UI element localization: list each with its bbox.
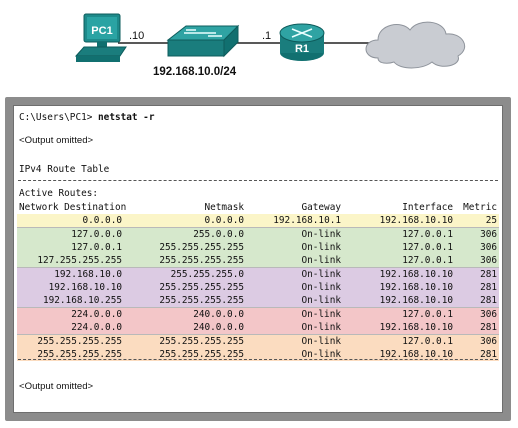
route-row: 192.168.10.10 255.255.255.255 On-link 192.1… <box>17 281 499 294</box>
route-destination: 192.168.10.255 <box>42 295 122 306</box>
pc-icon <box>74 13 127 62</box>
topology-diagram: PC1 R1 <box>74 13 466 69</box>
route-netmask: 255.255.255.255 <box>159 282 244 293</box>
route-row: 192.168.10.0 255.255.255.0 On-link 192.168.… <box>17 267 499 281</box>
route-row: 127.255.255.255 255.255.255.255 On-link 127… <box>17 254 499 267</box>
route-metric: 281 <box>480 282 497 293</box>
route-gateway: On-link <box>301 229 341 240</box>
route-destination: 127.0.0.1 <box>71 242 122 253</box>
active-routes-label: Active Routes: <box>19 188 99 199</box>
route-netmask: 255.255.255.0 <box>170 269 244 280</box>
header-interface: Interface <box>402 202 453 213</box>
cloud-icon <box>365 21 466 69</box>
router-host-address: .1 <box>262 30 272 42</box>
route-interface: 127.0.0.1 <box>402 255 453 266</box>
route-destination: 224.0.0.0 <box>71 322 122 333</box>
route-destination: 224.0.0.0 <box>71 309 122 320</box>
route-metric: 306 <box>480 242 497 253</box>
route-gateway: On-link <box>301 282 341 293</box>
header-gateway: Gateway <box>301 202 341 213</box>
divider <box>18 180 498 181</box>
route-metric: 281 <box>480 295 497 306</box>
route-netmask: 255.255.255.255 <box>159 255 244 266</box>
route-netmask: 255.0.0.0 <box>193 229 244 240</box>
route-interface: 127.0.0.1 <box>402 229 453 240</box>
route-gateway: On-link <box>301 242 341 253</box>
route-netmask: 0.0.0.0 <box>204 215 244 226</box>
route-row: 127.0.0.0 255.0.0.0 On-link 127.0.0.1 306 <box>17 227 499 241</box>
prompt: C:\Users\PC1> <box>19 112 93 123</box>
route-gateway: 192.168.10.1 <box>273 215 341 226</box>
route-interface: 192.168.10.10 <box>379 322 453 333</box>
header-netmask: Netmask <box>204 202 244 213</box>
header-destination: Network Destination <box>19 202 127 213</box>
route-interface: 192.168.10.10 <box>379 215 453 226</box>
route-netmask: 255.255.255.255 <box>159 242 244 253</box>
route-netmask: 240.0.0.0 <box>193 309 244 320</box>
output-omitted-top: <Output omitted> <box>19 135 94 146</box>
route-metric: 306 <box>480 229 497 240</box>
route-netmask: 255.255.255.255 <box>159 295 244 306</box>
route-gateway: On-link <box>301 309 341 320</box>
pc-host-address: .10 <box>129 30 145 42</box>
route-gateway: On-link <box>301 269 341 280</box>
output-omitted-bottom: <Output omitted> <box>19 381 94 392</box>
route-metric: 306 <box>480 309 497 320</box>
command: netstat -r <box>98 112 155 123</box>
route-metric: 281 <box>480 269 497 280</box>
route-metric: 281 <box>480 322 497 333</box>
header-metric: Metric <box>463 202 497 213</box>
route-destination: 127.255.255.255 <box>37 255 122 266</box>
route-interface: 127.0.0.1 <box>402 242 453 253</box>
switch-icon <box>166 24 240 58</box>
route-gateway: On-link <box>301 322 341 333</box>
route-row: 224.0.0.0 240.0.0.0 On-link 127.0.0.1 306 <box>17 307 499 321</box>
route-interface: 192.168.10.10 <box>379 295 453 306</box>
route-metric: 25 <box>485 215 497 226</box>
pc-name-label: PC1 <box>91 25 112 37</box>
network-address-label: 192.168.10.0/24 <box>153 66 237 78</box>
route-row: 255.255.255.255 255.255.255.255 On-link 127… <box>17 334 499 348</box>
route-row: 127.0.0.1 255.255.255.255 On-link 127.0.0.1… <box>17 241 499 254</box>
route-interface: 192.168.10.10 <box>379 269 453 280</box>
divider-bottom <box>18 359 498 360</box>
route-table-title: IPv4 Route Table <box>19 164 110 175</box>
route-interface: 127.0.0.1 <box>402 336 453 347</box>
route-gateway: On-link <box>301 255 341 266</box>
route-interface: 127.0.0.1 <box>402 309 453 320</box>
route-destination: 0.0.0.0 <box>82 215 122 226</box>
route-interface: 192.168.10.10 <box>379 282 453 293</box>
route-row: 224.0.0.0 240.0.0.0 On-link 192.168.10.10 28… <box>17 321 499 334</box>
route-table-body: 0.0.0.0 0.0.0.0 192.168.10.1 192.168.10.10 2… <box>17 214 499 361</box>
route-netmask: 255.255.255.255 <box>159 336 244 347</box>
command-prompt-window: C:\Users\PC1> netstat -r <Output omitted… <box>5 97 511 421</box>
route-netmask: 240.0.0.0 <box>193 322 244 333</box>
route-destination: 192.168.10.10 <box>48 282 122 293</box>
route-metric: 306 <box>480 336 497 347</box>
router-name-label: R1 <box>295 43 309 55</box>
route-gateway: On-link <box>301 336 341 347</box>
route-destination: 192.168.10.0 <box>54 269 122 280</box>
network-topology: PC1 R1 .10 .1 192.168.10.0/24 <box>0 0 518 90</box>
route-table-header: Network Destination Netmask Gateway Inte… <box>17 201 499 214</box>
route-destination: 127.0.0.0 <box>71 229 122 240</box>
terminal-output: C:\Users\PC1> netstat -r <Output omitted… <box>13 105 503 413</box>
route-row: 0.0.0.0 0.0.0.0 192.168.10.1 192.168.10.10 2… <box>17 214 499 227</box>
route-metric: 306 <box>480 255 497 266</box>
route-gateway: On-link <box>301 295 341 306</box>
prompt-line: C:\Users\PC1> netstat -r <box>19 112 154 123</box>
route-destination: 255.255.255.255 <box>37 336 122 347</box>
route-row: 192.168.10.255 255.255.255.255 On-link 192.… <box>17 294 499 307</box>
